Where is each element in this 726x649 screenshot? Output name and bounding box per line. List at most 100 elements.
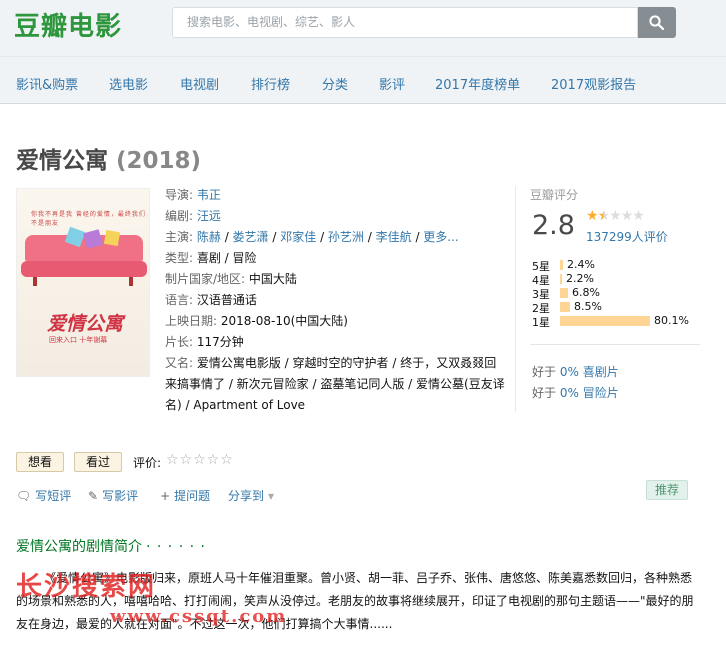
search-button[interactable] <box>638 7 676 38</box>
star-icon: ★ <box>609 208 622 224</box>
rating-score: 2.8 <box>532 210 575 241</box>
movie-poster[interactable]: 你我不再是我 曾经的爱情，最终我们不是朋友 爱情公寓 回来入口 十年谢幕 <box>16 188 150 377</box>
rating-votes-link[interactable]: 137299人评价 <box>586 228 668 245</box>
chevron-down-icon: ▾ <box>268 489 275 503</box>
better-than-pct[interactable]: 0% <box>560 386 579 400</box>
separator: / <box>268 230 281 244</box>
star-icon: ★ <box>620 208 634 224</box>
rating-row: 5星 2.4% <box>532 258 702 273</box>
write-review-label: 写影评 <box>102 489 139 503</box>
cast-link[interactable]: 邓家佳 <box>280 230 316 244</box>
poster-sofa-leg <box>33 277 37 286</box>
aka-value: 爱情公寓电影版 / 穿越时空的守护者 / 终于，又双叒叕回来搞事情了 / 新次元… <box>165 356 505 412</box>
rating-bar <box>560 274 562 284</box>
separator: / <box>220 230 233 244</box>
rating-row-pct: 2.2% <box>566 272 594 285</box>
rating-row-pct: 2.4% <box>567 258 595 271</box>
rating-label: 豆瓣评分 <box>530 188 579 202</box>
search-input[interactable]: 搜索电影、电视剧、综艺、影人 <box>172 7 638 38</box>
separator: / <box>316 230 328 244</box>
recommend-button[interactable]: 推荐 <box>646 480 688 500</box>
separator: / <box>411 230 424 244</box>
nav-item-tag[interactable]: 分类 <box>322 74 348 93</box>
better-than-genre-link[interactable]: 喜剧片 <box>583 365 619 379</box>
nav-item-tickets[interactable]: 影讯&购票 <box>16 74 78 93</box>
top-header: 豆瓣电影 搜索电影、电视剧、综艺、影人 <box>0 0 726 56</box>
rating-row: 4星 2.2% <box>532 272 702 287</box>
cast-link[interactable]: 陈赫 <box>197 230 221 244</box>
synopsis-title: 爱情公寓的剧情简介 <box>16 539 142 555</box>
nav-item-chart[interactable]: 排行榜 <box>251 74 290 93</box>
director-link[interactable]: 韦正 <box>197 188 221 202</box>
info-director: 导演: 韦正 <box>165 185 505 206</box>
cast-link[interactable]: 李佳航 <box>376 230 412 244</box>
want-to-watch-button[interactable]: 想看 <box>16 452 64 472</box>
rating-row-pct: 8.5% <box>574 300 602 313</box>
cast-link[interactable]: 娄艺潇 <box>233 230 269 244</box>
poster-tagline: 你我不再是我 曾经的爱情，最终我们不是朋友 <box>31 211 146 227</box>
cast-link[interactable]: 孙艺洲 <box>328 230 364 244</box>
genre-value: 喜剧 / 冒险 <box>196 251 257 265</box>
poster-sofa-leg <box>129 277 133 286</box>
writer-link[interactable]: 汪远 <box>197 209 221 223</box>
rating-row: 3星 6.8% <box>532 286 702 301</box>
star-icon: ★ <box>632 208 645 224</box>
info-label: 制片国家/地区: <box>165 272 249 286</box>
nav-item-tv[interactable]: 电视剧 <box>180 74 219 93</box>
info-genre: 类型: 喜剧 / 冒险 <box>165 248 505 269</box>
rating-bar <box>560 288 568 298</box>
douban-movie-logo[interactable]: 豆瓣电影 <box>14 6 122 43</box>
star-half-icon: ★ <box>597 208 611 224</box>
write-short-comment-link[interactable]: 🗨 写短评 <box>16 487 71 504</box>
plus-icon: + <box>160 489 171 503</box>
better-than-pct[interactable]: 0% <box>560 365 579 379</box>
nav-item-explore[interactable]: 选电影 <box>109 74 148 93</box>
rating-row-label: 1星 <box>532 316 550 329</box>
movie-info: 导演: 韦正 编剧: 汪远 主演: 陈赫 / 娄艺潇 / 邓家佳 / 孙艺洲 /… <box>165 185 505 416</box>
rating-row-pct: 80.1% <box>654 314 689 327</box>
search-icon <box>649 15 664 30</box>
nav-item-report[interactable]: 2017观影报告 <box>551 74 636 93</box>
better-than-row: 好于 0% 喜剧片 <box>532 362 619 383</box>
ask-label: 提问题 <box>174 489 211 503</box>
rating-bar <box>560 316 650 326</box>
info-runtime: 片长: 117分钟 <box>165 332 505 353</box>
ask-question-link[interactable]: + 提问题 <box>160 487 210 504</box>
info-label: 主演: <box>165 230 197 244</box>
write-review-link[interactable]: ✎ 写影评 <box>88 487 138 504</box>
info-label: 片长: <box>165 335 197 349</box>
nav-item-annual[interactable]: 2017年度榜单 <box>435 74 520 93</box>
release-value: 2018-08-10(中国大陆) <box>220 314 348 328</box>
info-release: 上映日期: 2018-08-10(中国大陆) <box>165 311 505 332</box>
poster-title: 爱情公寓 <box>47 313 124 335</box>
rating-bar <box>560 260 563 270</box>
runtime-value: 117分钟 <box>196 335 244 349</box>
info-label: 编剧: <box>165 209 197 223</box>
info-writer: 编剧: 汪远 <box>165 206 505 227</box>
better-than-prefix: 好于 <box>532 365 560 379</box>
rating-row: 1星 80.1% <box>532 314 702 329</box>
poster-sofa-seat <box>21 261 147 277</box>
synopsis-heading: 爱情公寓的剧情简介 · · · · · · <box>16 536 206 556</box>
country-value: 中国大陆 <box>248 272 297 286</box>
comment-icon: 🗨 <box>16 489 32 503</box>
language-value: 汉语普通话 <box>196 293 257 307</box>
nav-item-review[interactable]: 影评 <box>379 74 405 93</box>
info-label: 语言: <box>165 293 197 307</box>
info-cast: 主演: 陈赫 / 娄艺潇 / 邓家佳 / 孙艺洲 / 李佳航 / 更多... <box>165 227 505 248</box>
poster-cushion <box>103 229 121 247</box>
info-language: 语言: 汉语普通话 <box>165 290 505 311</box>
cast-more-link[interactable]: 更多... <box>423 230 458 244</box>
watermark-url: www.cssqt.com <box>110 606 288 627</box>
rate-stars-input[interactable]: ☆☆☆☆☆ <box>166 452 234 468</box>
watched-button[interactable]: 看过 <box>74 452 122 472</box>
synopsis-dots: · · · · · · <box>146 539 206 555</box>
share-label: 分享到 <box>228 489 265 503</box>
better-than: 好于 0% 喜剧片 好于 0% 冒险片 <box>532 362 619 404</box>
watermark: 长沙搜索网 <box>16 572 157 602</box>
info-label: 又名: <box>165 356 197 370</box>
better-than-genre-link[interactable]: 冒险片 <box>583 386 619 400</box>
share-link[interactable]: 分享到 ▾ <box>228 487 278 504</box>
page-title: 爱情公寓 (2018) <box>16 141 201 175</box>
rating-distribution: 5星 2.4% 4星 2.2% 3星 6.8% 2星 8.5% 1星 80.1% <box>532 258 702 329</box>
